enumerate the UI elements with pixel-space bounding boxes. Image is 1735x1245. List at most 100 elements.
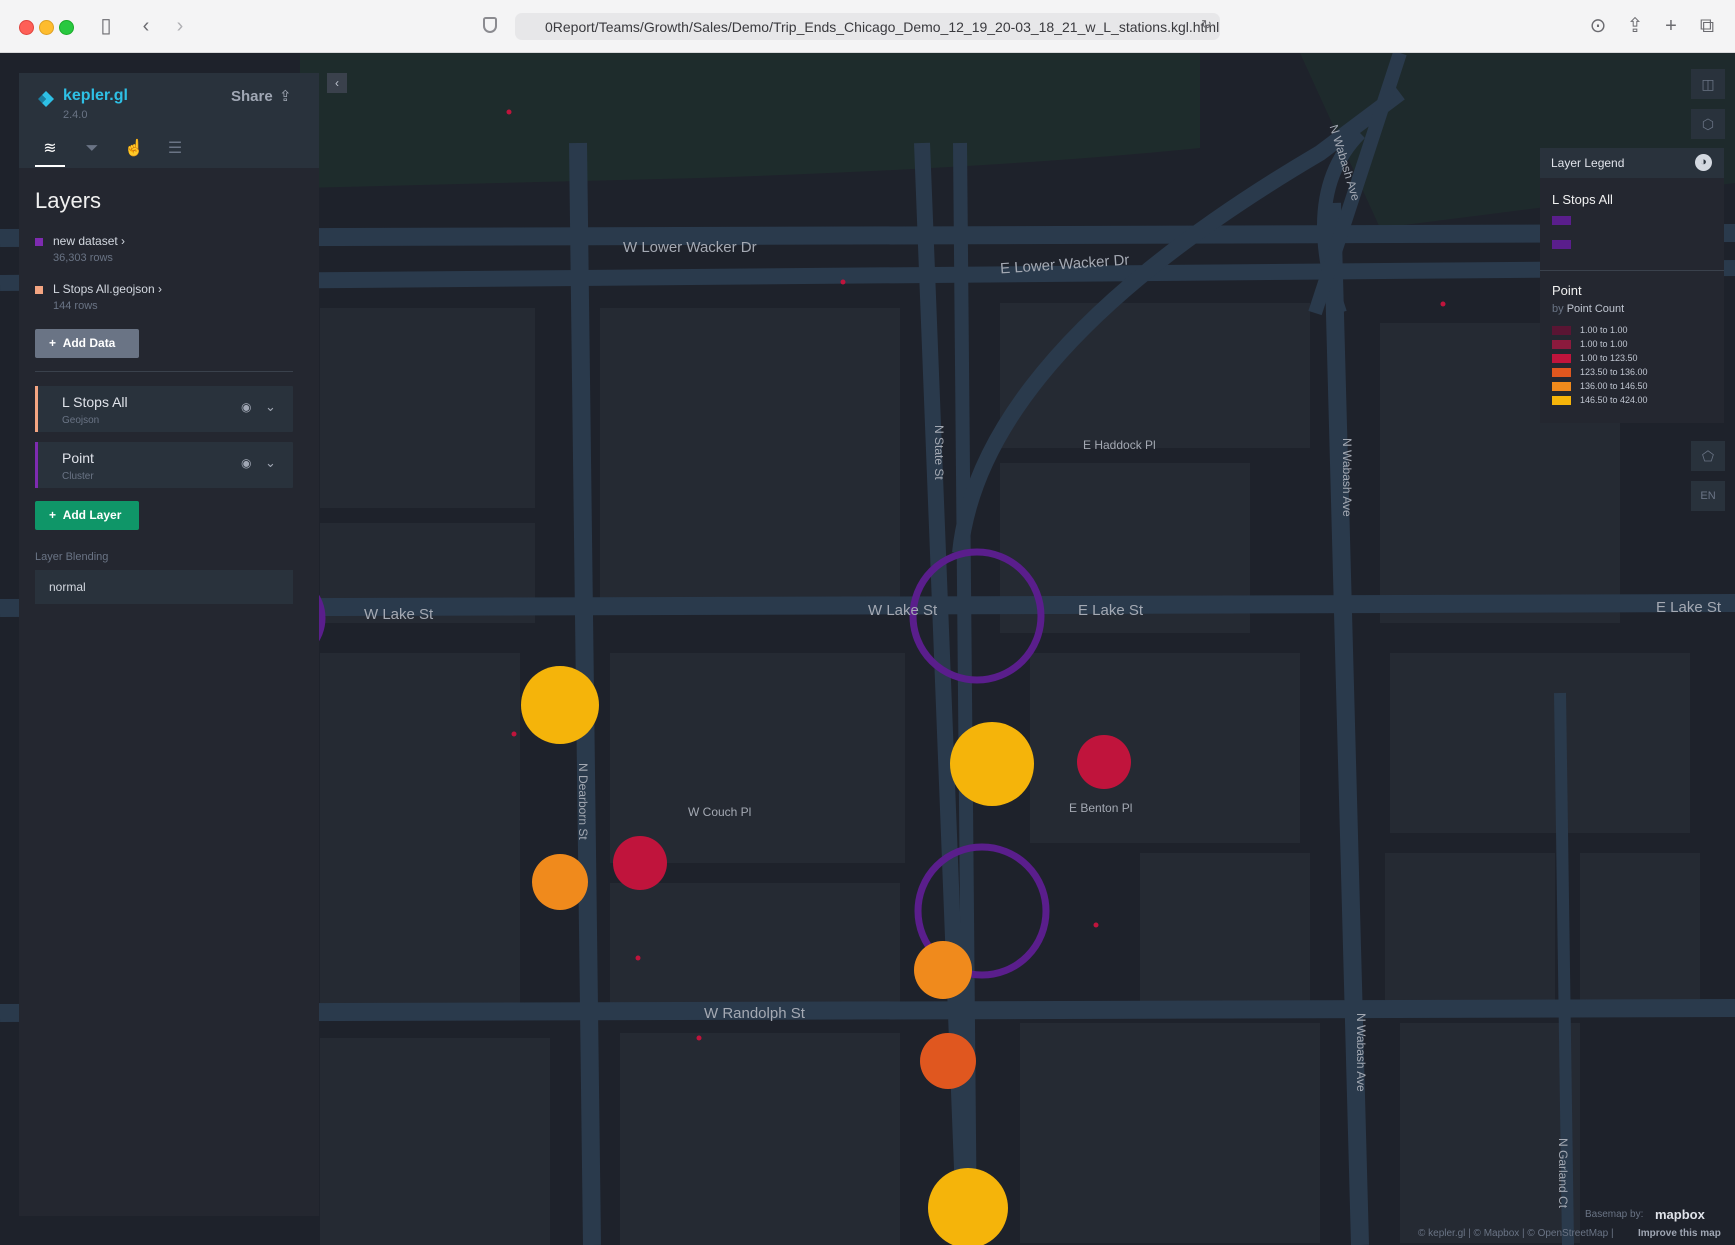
legend-row: 123.50 to 136.00 [1552, 367, 1648, 378]
layer-card-l-stops[interactable]: L Stops All Geojson ◉ ⌄ [35, 386, 293, 432]
panel-header: kepler.gl 2.4.0 Share ⇪ ≋ ⏷ ☝ ☰ [19, 73, 319, 168]
chevron-down-icon[interactable]: ⌄ [265, 399, 276, 415]
add-data-button[interactable]: + Add Data [35, 329, 139, 358]
legend-layer-name: L Stops All [1552, 192, 1613, 207]
street-label: N Dearborn St [576, 763, 590, 840]
layer-name: L Stops All [62, 394, 128, 410]
tab-overview-icon[interactable]: ⧉ [1694, 13, 1720, 39]
cluster-point [928, 1168, 1008, 1245]
cluster-point [532, 854, 588, 910]
basemap-by-label: Basemap by: [1585, 1209, 1644, 1220]
layer-color-bar [35, 386, 38, 432]
cluster-point [920, 1033, 976, 1089]
draw-polygon-icon[interactable]: ⬠ [1691, 441, 1725, 471]
eye-icon[interactable]: ◉ [241, 400, 251, 414]
3d-view-icon[interactable]: ⬡ [1691, 109, 1725, 139]
chevron-down-icon[interactable]: ⌄ [265, 455, 276, 471]
share-button[interactable]: Share [231, 88, 273, 105]
dataset-name: new dataset [53, 234, 118, 248]
layer-type: Cluster [62, 471, 94, 482]
downloads-icon[interactable]: ⊙ [1585, 13, 1611, 39]
attribution-credits[interactable]: © kepler.gl | © Mapbox | © OpenStreetMap… [1418, 1228, 1614, 1239]
split-map-icon[interactable]: ◫ [1691, 69, 1725, 99]
reload-icon[interactable]: ↻ [1201, 17, 1212, 33]
url-text: 0Report/Teams/Growth/Sales/Demo/Trip_End… [545, 19, 1220, 35]
dataset-color-swatch [35, 285, 43, 294]
dataset-color-swatch [35, 237, 43, 246]
street-label: N State St [932, 425, 946, 480]
dataset-rows: 36,303 rows [53, 252, 113, 264]
share-page-icon[interactable]: ⇪ [1622, 13, 1648, 39]
maximize-window-button[interactable] [59, 20, 74, 35]
collapse-panel-button[interactable]: ‹ [327, 73, 347, 93]
layer-name: Point [62, 450, 94, 466]
street-label: E Haddock Pl [1083, 438, 1156, 452]
street-label: W Lake St [868, 602, 938, 619]
legend-swatch [1552, 240, 1571, 249]
cluster-point [521, 666, 599, 744]
cluster-point [613, 836, 667, 890]
layer-blending-label: Layer Blending [35, 551, 109, 563]
dataset-name: L Stops All.geojson [53, 282, 155, 296]
legend-title: Layer Legend [1551, 156, 1625, 170]
panel-title: Layers [35, 188, 102, 213]
legend-divider [1540, 270, 1724, 271]
mapbox-logo: mapbox [1655, 1207, 1705, 1222]
legend-row: 146.50 to 424.00 [1552, 395, 1648, 406]
legend-swatch [1552, 216, 1571, 225]
address-bar[interactable]: 0Report/Teams/Growth/Sales/Demo/Trip_End… [515, 13, 1220, 40]
sidebar-toggle-icon[interactable]: ▯ [93, 13, 119, 39]
legend-layer-name: Point [1552, 283, 1582, 298]
dataset-item[interactable]: new dataset › 36,303 rows [35, 234, 125, 264]
layer-color-bar [35, 442, 38, 488]
legend-toggle-icon[interactable]: ◑ [1695, 154, 1712, 171]
settings-icon[interactable]: ☰ [160, 135, 190, 165]
app-version: 2.4.0 [63, 109, 88, 121]
legend-row: 136.00 to 146.50 [1552, 381, 1648, 392]
street-label: N Garland Ct [1556, 1138, 1570, 1209]
street-label: E Lake St [1656, 599, 1722, 616]
dataset-item[interactable]: L Stops All.geojson › 144 rows [35, 282, 162, 312]
legend-row: 1.00 to 1.00 [1552, 339, 1628, 350]
privacy-shield-icon[interactable] [483, 17, 497, 33]
cluster-point [914, 941, 972, 999]
improve-map-link[interactable]: Improve this map [1638, 1228, 1721, 1239]
share-icon[interactable]: ⇪ [279, 87, 292, 105]
layer-blending-select[interactable]: normal [35, 570, 293, 604]
add-layer-button[interactable]: + Add Layer [35, 501, 139, 530]
layer-card-point[interactable]: Point Cluster ◉ ⌄ [35, 442, 293, 488]
street-label: N Wabash Ave [1340, 438, 1354, 517]
panel-tabs: ≋ ⏷ ☝ ☰ [19, 135, 319, 168]
forward-icon[interactable]: › [167, 13, 193, 39]
street-label: N Wabash Ave [1354, 1013, 1368, 1092]
legend-header: Layer Legend ◑ [1540, 148, 1724, 178]
street-label: E Lake St [1078, 602, 1144, 619]
legend-field: by Point Count [1552, 303, 1625, 315]
street-label: W Randolph St [704, 1005, 805, 1022]
street-label: W Couch Pl [688, 805, 752, 819]
layer-legend: Layer Legend ◑ L Stops All Point by Poin… [1540, 148, 1724, 423]
close-window-button[interactable] [19, 20, 34, 35]
app-name: kepler.gl [63, 87, 128, 104]
kepler-logo-icon [38, 91, 54, 107]
divider [35, 371, 293, 372]
browser-toolbar: ▯ ‹ › 0Report/Teams/Growth/Sales/Demo/Tr… [0, 0, 1735, 53]
new-tab-icon[interactable]: + [1658, 13, 1684, 39]
side-panel: kepler.gl 2.4.0 Share ⇪ ≋ ⏷ ☝ ☰ Layers n… [19, 73, 319, 1216]
legend-row: 1.00 to 123.50 [1552, 353, 1638, 364]
street-label: W Lower Wacker Dr [623, 239, 757, 256]
eye-icon[interactable]: ◉ [241, 456, 251, 470]
filter-icon[interactable]: ⏷ [77, 135, 107, 165]
back-icon[interactable]: ‹ [133, 13, 159, 39]
minimize-window-button[interactable] [39, 20, 54, 35]
layers-icon[interactable]: ≋ [35, 135, 65, 167]
legend-row: 1.00 to 1.00 [1552, 325, 1628, 336]
street-label: W Lake St [364, 606, 434, 623]
street-label: E Benton Pl [1069, 801, 1133, 815]
interaction-icon[interactable]: ☝ [119, 135, 149, 165]
cluster-point [1077, 735, 1131, 789]
cluster-point [950, 722, 1034, 806]
layer-type: Geojson [62, 415, 100, 426]
locale-button[interactable]: EN [1691, 481, 1725, 511]
dataset-rows: 144 rows [53, 300, 98, 312]
